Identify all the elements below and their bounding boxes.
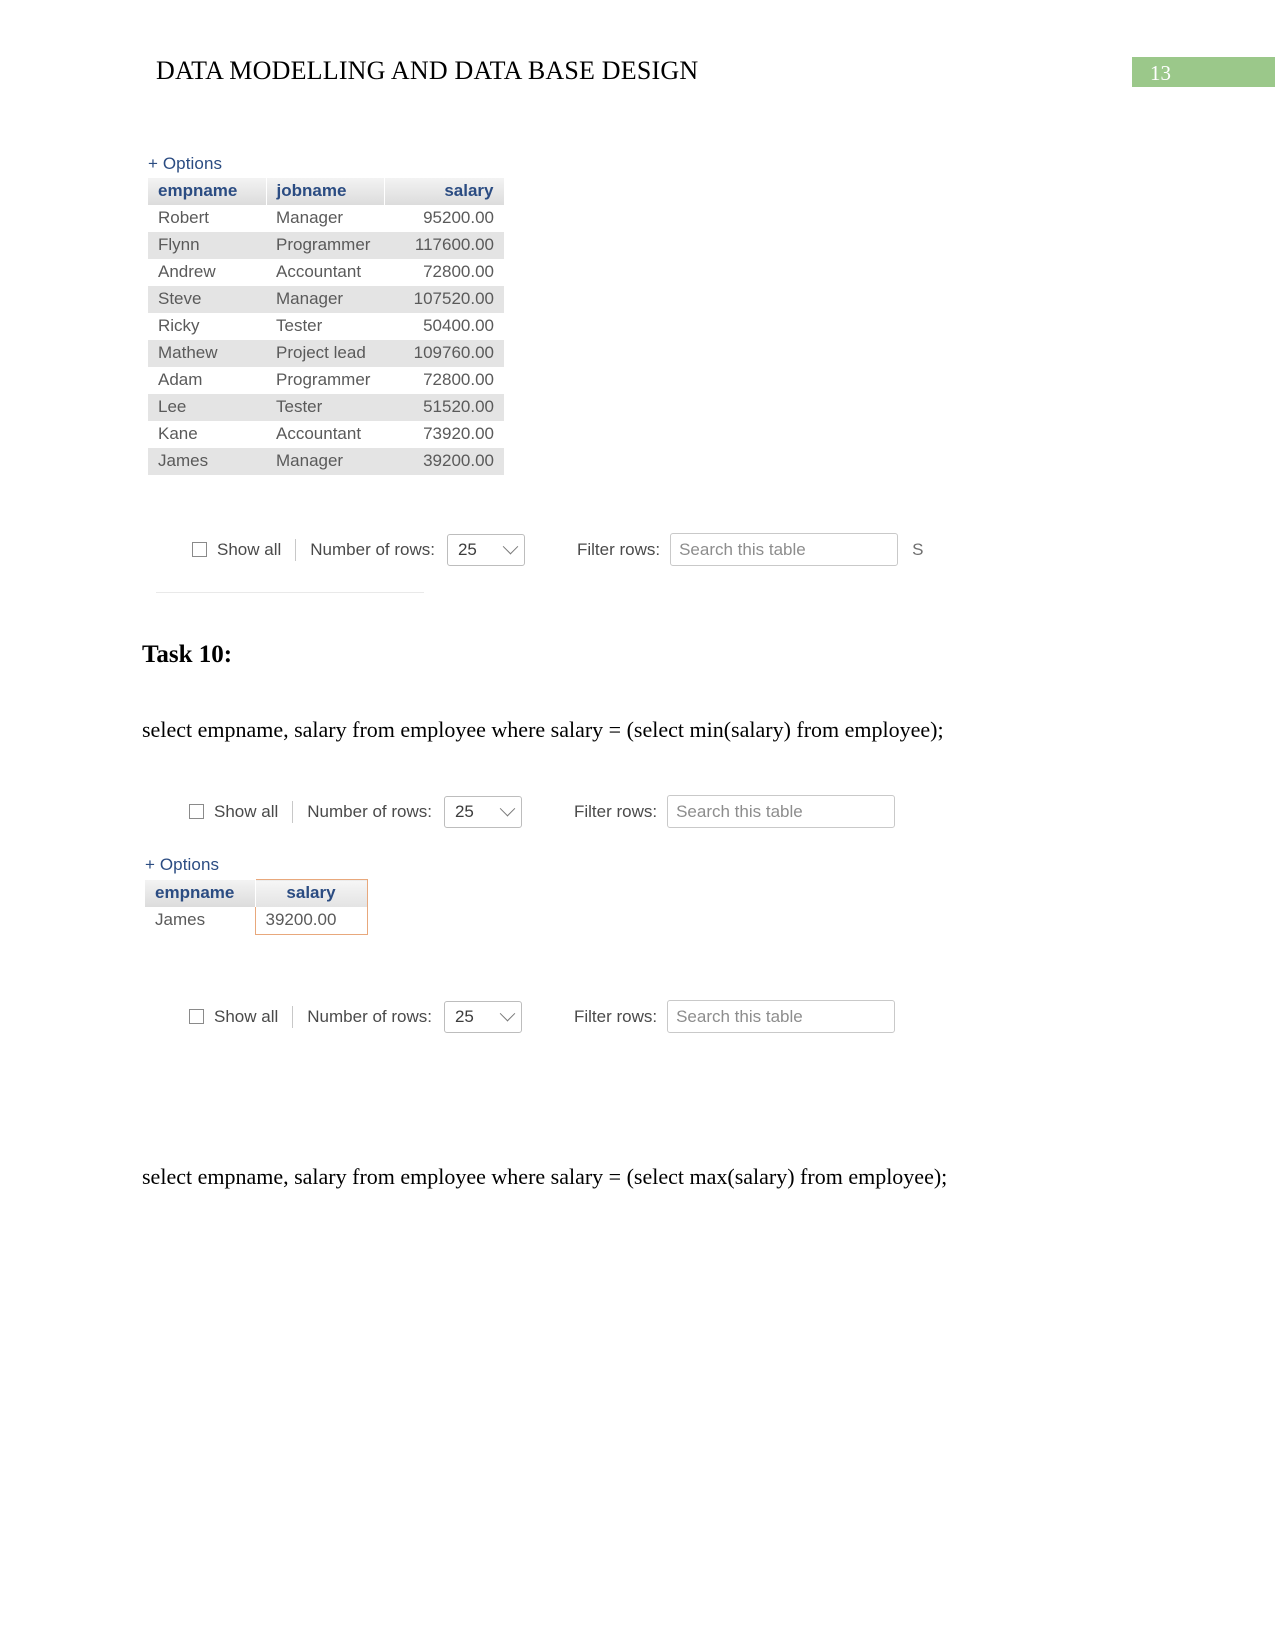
- show-all-checkbox[interactable]: [189, 1009, 204, 1024]
- show-all-checkbox[interactable]: [192, 542, 207, 557]
- filter-rows-label: Filter rows:: [573, 1006, 658, 1026]
- number-of-rows-select[interactable]: 25: [446, 533, 525, 566]
- filter-rows-label: Filter rows:: [576, 539, 661, 559]
- show-all-label: Show all: [214, 1006, 279, 1026]
- page-header: DATA MODELLING AND DATA BASE DESIGN 13: [0, 0, 1275, 110]
- table-header-row: empname jobname salary: [148, 178, 505, 205]
- filter-rows-placeholder: Search this table: [676, 1006, 803, 1026]
- number-of-rows-select[interactable]: 25: [443, 795, 522, 828]
- filter-rows-input[interactable]: Search this table: [667, 795, 896, 828]
- filter-rows-input[interactable]: Search this table: [670, 533, 899, 566]
- cell-empname: Robert: [148, 205, 266, 232]
- results-table-1: empname jobname salary Robert Manager 95…: [148, 178, 505, 475]
- filter-rows-placeholder: Search this table: [679, 539, 806, 559]
- result-block-2: + Options empname salary James 39200.00: [145, 855, 368, 935]
- cell-salary: 39200.00: [254, 907, 368, 935]
- page-title: DATA MODELLING AND DATA BASE DESIGN: [156, 56, 699, 85]
- cell-salary: 51520.00: [384, 394, 504, 421]
- chevron-down-icon: [502, 538, 519, 555]
- sql-query-max: select empname, salary from employee whe…: [142, 1164, 948, 1189]
- table-row[interactable]: Steve Manager 107520.00: [148, 286, 504, 313]
- table-row[interactable]: James 39200.00: [145, 907, 368, 935]
- table-row[interactable]: Ricky Tester 50400.00: [148, 313, 504, 340]
- cell-jobname: Project lead: [266, 340, 384, 367]
- cell-empname: James: [148, 448, 266, 475]
- column-header-empname[interactable]: empname: [145, 879, 256, 907]
- cell-empname: Steve: [148, 286, 266, 313]
- show-all-checkbox[interactable]: [189, 804, 204, 819]
- table-controls-1: Show all Number of rows: 25 Filter rows:…: [192, 533, 923, 566]
- cell-salary: 117600.00: [384, 232, 504, 259]
- cell-salary: 95200.00: [384, 205, 504, 232]
- result-block-1: + Options empname jobname salary Robert …: [148, 154, 505, 475]
- number-of-rows-label: Number of rows:: [307, 1006, 432, 1026]
- filter-rows-input[interactable]: Search this table: [667, 1000, 896, 1033]
- table-controls-3: Show all Number of rows: 25 Filter rows:…: [189, 1000, 896, 1033]
- page-number: 13: [1150, 61, 1171, 85]
- divider: [156, 592, 424, 593]
- cell-salary: 72800.00: [384, 367, 504, 394]
- table-controls-2: Show all Number of rows: 25 Filter rows:…: [189, 795, 896, 828]
- table-row[interactable]: Robert Manager 95200.00: [148, 205, 504, 232]
- cell-jobname: Programmer: [266, 367, 384, 394]
- cell-empname: Flynn: [148, 232, 266, 259]
- show-all-label: Show all: [217, 539, 282, 559]
- table-row[interactable]: Mathew Project lead 109760.00: [148, 340, 504, 367]
- truncated-trailing-text: S: [912, 539, 924, 559]
- cell-empname: Ricky: [148, 313, 266, 340]
- cell-salary: 50400.00: [384, 313, 504, 340]
- number-of-rows-label: Number of rows:: [307, 801, 432, 821]
- table-row[interactable]: James Manager 39200.00: [148, 448, 504, 475]
- cell-empname: Kane: [148, 421, 266, 448]
- cell-salary: 39200.00: [384, 448, 504, 475]
- cell-jobname: Accountant: [266, 259, 384, 286]
- divider: [292, 1005, 294, 1028]
- cell-jobname: Accountant: [266, 421, 384, 448]
- options-toggle-2[interactable]: + Options: [145, 855, 368, 875]
- cell-jobname: Manager: [266, 448, 384, 475]
- cell-salary: 73920.00: [384, 421, 504, 448]
- column-header-salary[interactable]: salary: [384, 178, 505, 205]
- chevron-down-icon: [499, 800, 516, 817]
- divider: [295, 538, 297, 561]
- table-row[interactable]: Andrew Accountant 72800.00: [148, 259, 504, 286]
- number-of-rows-value: 25: [454, 1006, 474, 1026]
- results-table-2: empname salary James 39200.00: [145, 879, 368, 935]
- page-number-badge: 13: [1132, 57, 1275, 87]
- cell-jobname: Programmer: [266, 232, 384, 259]
- cell-jobname: Tester: [266, 394, 384, 421]
- cell-jobname: Manager: [266, 205, 384, 232]
- table-row[interactable]: Adam Programmer 72800.00: [148, 367, 504, 394]
- filter-rows-label: Filter rows:: [573, 801, 658, 821]
- table-header-row: empname salary: [145, 879, 368, 907]
- table-row[interactable]: Flynn Programmer 117600.00: [148, 232, 504, 259]
- cell-jobname: Tester: [266, 313, 384, 340]
- number-of-rows-select[interactable]: 25: [443, 1000, 522, 1033]
- options-toggle-1[interactable]: + Options: [148, 154, 505, 174]
- cell-empname: Mathew: [148, 340, 266, 367]
- cell-empname: Lee: [148, 394, 266, 421]
- number-of-rows-label: Number of rows:: [310, 539, 435, 559]
- cell-salary: 107520.00: [384, 286, 504, 313]
- table-row[interactable]: Kane Accountant 73920.00: [148, 421, 504, 448]
- cell-salary: 109760.00: [384, 340, 504, 367]
- task-heading: Task 10:: [142, 641, 233, 668]
- column-header-jobname[interactable]: jobname: [266, 178, 385, 205]
- cell-jobname: Manager: [266, 286, 384, 313]
- chevron-down-icon: [499, 1005, 516, 1022]
- number-of-rows-value: 25: [457, 539, 477, 559]
- cell-salary: 72800.00: [384, 259, 504, 286]
- filter-rows-placeholder: Search this table: [676, 801, 803, 821]
- cell-empname: Adam: [148, 367, 266, 394]
- column-header-salary[interactable]: salary: [254, 879, 368, 907]
- number-of-rows-value: 25: [454, 801, 474, 821]
- sql-query-min: select empname, salary from employee whe…: [142, 717, 944, 742]
- show-all-label: Show all: [214, 801, 279, 821]
- table-row[interactable]: Lee Tester 51520.00: [148, 394, 504, 421]
- cell-empname: Andrew: [148, 259, 266, 286]
- cell-empname: James: [145, 907, 255, 935]
- column-header-empname[interactable]: empname: [148, 178, 267, 205]
- divider: [292, 800, 294, 823]
